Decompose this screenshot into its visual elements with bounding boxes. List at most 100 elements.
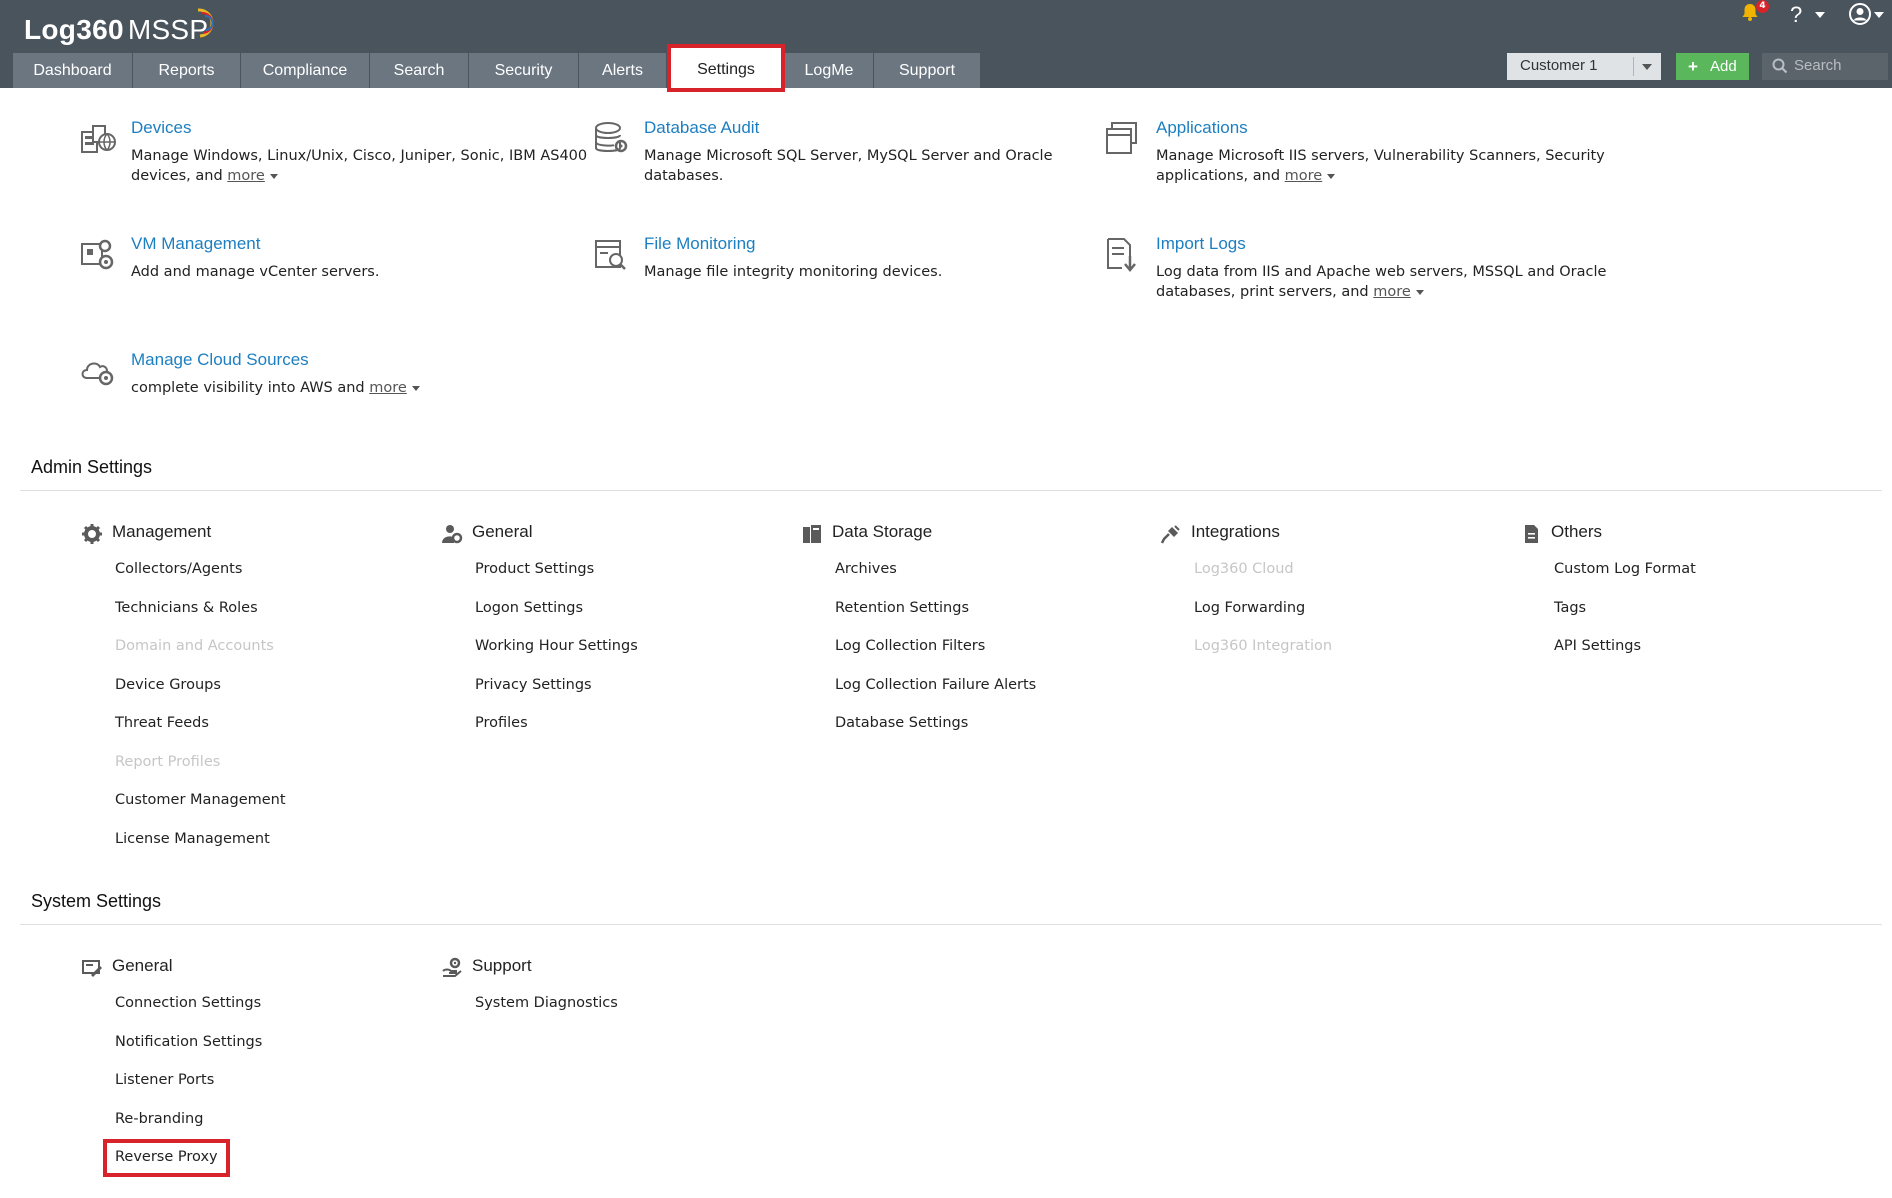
link-log-forwarding[interactable]: Log Forwarding <box>1194 599 1332 638</box>
admin-col-others: Others Custom Log Format Tags API Settin… <box>1520 522 1696 676</box>
search-placeholder: Search <box>1794 57 1842 74</box>
link-working-hour-settings[interactable]: Working Hour Settings <box>475 637 638 676</box>
card-title-devices[interactable]: Devices <box>131 118 191 138</box>
card-title-file-monitoring[interactable]: File Monitoring <box>644 234 756 254</box>
card-import-logs: Import Logs Log data from IIS and Apache… <box>1107 234 1636 302</box>
link-device-groups[interactable]: Device Groups <box>115 676 286 715</box>
add-button[interactable]: + Add <box>1676 53 1749 80</box>
link-threat-feeds[interactable]: Threat Feeds <box>115 714 286 753</box>
tab-support[interactable]: Support <box>874 53 981 88</box>
card-title-manage-cloud-sources[interactable]: Manage Cloud Sources <box>131 350 309 370</box>
chevron-down-icon <box>1642 64 1652 70</box>
link-log360-integration: Log360 Integration <box>1194 638 1333 654</box>
database-icon <box>595 122 628 153</box>
link-customer-management[interactable]: Customer Management <box>115 791 286 830</box>
chevron-down-icon[interactable] <box>269 173 278 179</box>
plus-icon: + <box>1688 57 1698 76</box>
card-title-database-audit[interactable]: Database Audit <box>644 118 759 138</box>
admin-settings-title: Admin Settings <box>31 457 153 477</box>
link-notification-settings[interactable]: Notification Settings <box>115 1033 262 1072</box>
link-license-management[interactable]: License Management <box>115 830 286 869</box>
link-log-collection-filters[interactable]: Log Collection Filters <box>835 637 1036 676</box>
card-desc-applications: Manage Microsoft IIS servers, Vulnerabil… <box>1156 148 1605 184</box>
card-vm-management: VM Management Add and manage vCenter ser… <box>81 234 611 282</box>
help-chevron-down-icon[interactable] <box>1815 12 1825 18</box>
link-tags[interactable]: Tags <box>1554 599 1696 638</box>
import-logs-more-link[interactable]: more <box>1373 284 1411 300</box>
link-custom-log-format[interactable]: Custom Log Format <box>1554 560 1696 599</box>
top-header: Log360 MSSP Dashboard Reports Compliance … <box>0 0 1892 92</box>
link-log-collection-failure-alerts[interactable]: Log Collection Failure Alerts <box>835 676 1036 715</box>
link-database-settings[interactable]: Database Settings <box>835 714 1036 753</box>
system-col-general: General Connection Settings Notification… <box>81 956 262 1187</box>
card-database-audit: Database Audit Manage Microsoft SQL Serv… <box>595 118 1124 186</box>
select-divider <box>1633 57 1634 76</box>
card-title-applications[interactable]: Applications <box>1156 118 1248 138</box>
user-gear-icon <box>442 525 463 544</box>
card-desc-database-audit: Manage Microsoft SQL Server, MySQL Serve… <box>644 148 1053 184</box>
tab-logme[interactable]: LogMe <box>785 53 874 88</box>
col-heading: Management <box>112 522 212 541</box>
import-logs-icon <box>1107 238 1136 272</box>
user-chevron-down-icon[interactable] <box>1874 12 1884 18</box>
link-product-settings[interactable]: Product Settings <box>475 560 638 599</box>
vm-icon <box>81 239 114 270</box>
help-icon[interactable]: ? <box>1790 2 1802 28</box>
customer-select[interactable]: Customer 1 <box>1507 53 1661 80</box>
user-avatar-icon[interactable] <box>1849 3 1871 25</box>
link-profiles[interactable]: Profiles <box>475 714 638 753</box>
cloud-gear-icon <box>81 362 114 386</box>
link-domain-accounts: Domain and Accounts <box>115 638 274 654</box>
link-collectors-agents[interactable]: Collectors/Agents <box>115 560 286 599</box>
col-heading: Others <box>1551 522 1603 541</box>
tab-settings[interactable]: Settings <box>667 44 785 92</box>
card-desc-file-monitoring: Manage file integrity monitoring devices… <box>644 264 943 280</box>
link-connection-settings[interactable]: Connection Settings <box>115 994 262 1033</box>
col-heading: Data Storage <box>832 522 933 541</box>
applications-more-link[interactable]: more <box>1285 168 1323 184</box>
card-desc-vm-management: Add and manage vCenter servers. <box>131 264 380 280</box>
card-desc-manage-cloud-sources: complete visibility into AWS and <box>131 380 365 396</box>
card-title-vm-management[interactable]: VM Management <box>131 234 260 254</box>
card-manage-cloud-sources: Manage Cloud Sources complete visibility… <box>81 350 611 398</box>
main-nav-tabs: Dashboard Reports Compliance Search Secu… <box>13 44 981 92</box>
card-title-import-logs[interactable]: Import Logs <box>1156 234 1246 254</box>
link-archives[interactable]: Archives <box>835 560 1036 599</box>
tab-reports[interactable]: Reports <box>133 53 241 88</box>
logo-arc-icon <box>197 8 214 38</box>
logo-brand: Log360 <box>24 14 124 45</box>
plug-icon <box>1160 525 1180 544</box>
link-technicians-roles[interactable]: Technicians & Roles <box>115 599 286 638</box>
chevron-down-icon[interactable] <box>411 385 420 391</box>
link-listener-ports[interactable]: Listener Ports <box>115 1071 262 1110</box>
system-settings-divider <box>20 924 1882 925</box>
link-logon-settings[interactable]: Logon Settings <box>475 599 638 638</box>
link-system-diagnostics[interactable]: System Diagnostics <box>475 994 618 1033</box>
admin-col-management: Management Collectors/Agents Technicians… <box>81 522 286 868</box>
tab-alerts[interactable]: Alerts <box>579 53 667 88</box>
search-input[interactable]: Search <box>1762 53 1888 80</box>
link-api-settings[interactable]: API Settings <box>1554 637 1696 676</box>
admin-col-data-storage: Data Storage Archives Retention Settings… <box>801 522 1036 753</box>
tab-compliance[interactable]: Compliance <box>241 53 370 88</box>
tab-search[interactable]: Search <box>370 53 469 88</box>
card-desc-devices: Manage Windows, Linux/Unix, Cisco, Junip… <box>131 148 588 184</box>
storage-icon <box>803 525 821 543</box>
link-privacy-settings[interactable]: Privacy Settings <box>475 676 638 715</box>
tab-dashboard[interactable]: Dashboard <box>13 53 133 88</box>
devices-more-link[interactable]: more <box>227 168 265 184</box>
system-settings-title: System Settings <box>31 891 162 911</box>
chevron-down-icon[interactable] <box>1327 173 1336 179</box>
cloud-sources-more-link[interactable]: more <box>369 380 407 396</box>
product-logo[interactable]: Log360 MSSP <box>24 14 208 46</box>
tab-security[interactable]: Security <box>469 53 579 88</box>
chevron-down-icon[interactable] <box>1415 289 1424 295</box>
card-file-monitoring: File Monitoring Manage file integrity mo… <box>595 234 1124 282</box>
link-reverse-proxy[interactable]: Reverse Proxy <box>103 1139 230 1177</box>
col-heading: Support <box>472 956 532 975</box>
search-icon <box>1772 58 1788 74</box>
col-heading: General <box>112 956 173 975</box>
link-report-profiles: Report Profiles <box>115 753 221 770</box>
gear-icon <box>82 524 102 544</box>
link-retention-settings[interactable]: Retention Settings <box>835 599 1036 638</box>
